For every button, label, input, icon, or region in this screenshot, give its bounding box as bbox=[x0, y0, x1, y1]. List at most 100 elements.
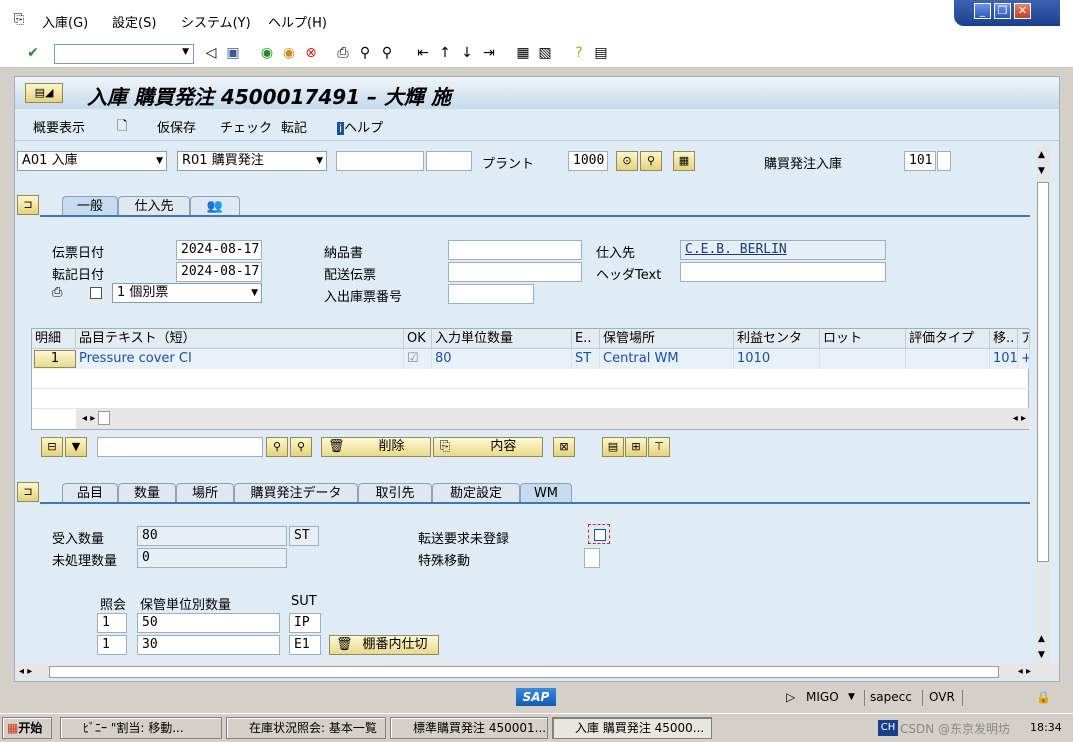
task-item[interactable]: ﾋﾞﾆｰ "割当: 移動... bbox=[60, 717, 222, 739]
bill-lading-input[interactable] bbox=[448, 262, 582, 282]
po-number-input[interactable] bbox=[336, 151, 424, 171]
screen-menu-icon[interactable]: ▤◢ bbox=[25, 83, 63, 103]
action-dropdown[interactable]: A01 入庫 ▼ bbox=[17, 151, 167, 171]
find-icon[interactable]: ⚲ bbox=[640, 151, 662, 171]
select-all-icon[interactable]: ⊟ bbox=[41, 437, 63, 457]
enter-icon[interactable]: ✔ bbox=[24, 44, 42, 62]
close-button[interactable]: ✕ bbox=[1014, 3, 1031, 19]
plant-input[interactable]: 1000 bbox=[568, 151, 608, 171]
col-valtype[interactable]: 評価タイプ bbox=[906, 329, 990, 349]
execute-icon[interactable]: ⊙ bbox=[616, 151, 638, 171]
back-arrow-icon[interactable]: ◁ bbox=[202, 44, 220, 62]
row-select-button[interactable]: 1 bbox=[34, 350, 76, 368]
wm-row2-count[interactable]: 1 bbox=[97, 635, 127, 655]
transaction-dropdown-icon[interactable]: ▼ bbox=[848, 692, 855, 702]
minimize-button[interactable]: _ bbox=[974, 3, 991, 19]
tab-po-data[interactable]: 購買発注データ bbox=[234, 483, 358, 503]
new-doc-icon[interactable]: 🗋 bbox=[117, 117, 127, 139]
detail-collapse-icon[interactable]: ⊐ bbox=[17, 482, 39, 502]
command-field[interactable]: ▼ bbox=[54, 44, 194, 64]
find-icon[interactable]: ⚲ bbox=[356, 44, 374, 62]
wm-row1-count[interactable]: 1 bbox=[97, 613, 127, 633]
task-item[interactable]: 標準購買発注 450001... bbox=[390, 717, 548, 739]
scroll-down-icon[interactable]: ▼ bbox=[1038, 650, 1045, 660]
search-next-icon[interactable]: ⚲ bbox=[290, 437, 312, 457]
col-sloc[interactable]: 保管場所 bbox=[600, 329, 734, 349]
scroll-thumb[interactable] bbox=[98, 411, 111, 425]
contents-button[interactable]: ⎘ 内容 bbox=[433, 437, 543, 457]
vendor-value[interactable]: C.E.B. BERLIN bbox=[680, 240, 886, 260]
bottom-scrollbar[interactable]: ◂ ▸ ◂ ▸ bbox=[15, 664, 1059, 680]
ime-icon[interactable]: CH bbox=[878, 720, 898, 736]
putaway-button[interactable]: 🗑 棚番内仕切 bbox=[329, 635, 439, 655]
wm-row2-sut[interactable]: E1 bbox=[289, 635, 321, 655]
back-icon[interactable]: ◉ bbox=[258, 44, 276, 62]
save-icon[interactable]: ▣ bbox=[224, 44, 242, 62]
play-icon[interactable]: ▷ bbox=[786, 690, 795, 704]
filter-icon[interactable]: ▼ bbox=[65, 437, 87, 457]
item-search-input[interactable] bbox=[97, 437, 263, 457]
new-session-icon[interactable]: ▦ bbox=[514, 44, 532, 62]
scroll-up-icon[interactable]: ▲ bbox=[1038, 150, 1045, 160]
find-next-icon[interactable]: ⚲ bbox=[378, 44, 396, 62]
po-item-input[interactable] bbox=[426, 151, 472, 171]
col-batch[interactable]: ロット bbox=[820, 329, 906, 349]
settings-grid-icon[interactable]: ▦ bbox=[673, 151, 695, 171]
col-mvt[interactable]: 移.. bbox=[990, 329, 1018, 349]
split-icon[interactable]: ⊤ bbox=[648, 437, 670, 457]
tab-vendor[interactable]: 仕入先 bbox=[118, 196, 190, 216]
horizontal-scrollbar[interactable]: ◂ ▸ ◂ ▸ bbox=[76, 409, 1030, 429]
tab-account[interactable]: 勘定設定 bbox=[432, 483, 520, 503]
tab-partner[interactable]: 取引先 bbox=[358, 483, 432, 503]
transaction-code[interactable]: MIGO bbox=[806, 690, 839, 704]
vertical-scrollbar[interactable]: ▲ ▼ ▲ ▼ bbox=[1036, 148, 1050, 664]
next-page-icon[interactable]: ↓ bbox=[458, 44, 476, 62]
bottom-scroll-thumb[interactable] bbox=[49, 666, 999, 678]
cancel-icon[interactable]: ⊗ bbox=[302, 44, 320, 62]
restore-button[interactable]: ❐ bbox=[994, 3, 1011, 19]
tab-material[interactable]: 品目 bbox=[62, 483, 118, 503]
print-icon[interactable]: ⎙ bbox=[334, 44, 352, 62]
reference-dropdown[interactable]: R01 購買発注 ▼ bbox=[177, 151, 327, 171]
help-icon[interactable]: ? bbox=[570, 44, 588, 62]
scroll-down-small-icon[interactable]: ▼ bbox=[1038, 166, 1045, 176]
wm-row1-qty[interactable]: 50 bbox=[137, 613, 280, 633]
task-item[interactable]: 在庫状況照会: 基本一覧 bbox=[226, 717, 386, 739]
menu-help[interactable]: ヘルプ(H) bbox=[268, 12, 327, 31]
col-qty[interactable]: 入力単位数量 bbox=[432, 329, 572, 349]
layout-icon[interactable]: ▤ bbox=[592, 44, 610, 62]
wm-row1-sut[interactable]: IP bbox=[289, 613, 321, 633]
add-icon[interactable]: ⊞ bbox=[625, 437, 647, 457]
shortcut-icon[interactable]: ▧ bbox=[536, 44, 554, 62]
gr-slip-input[interactable] bbox=[448, 284, 534, 304]
col-text[interactable]: 品目テキスト（短） bbox=[76, 329, 404, 349]
expand-icon[interactable]: ⊠ bbox=[553, 437, 575, 457]
print-option-dropdown[interactable]: 1 個別票 ▼ bbox=[112, 283, 262, 303]
menu-icon[interactable]: ⎘ bbox=[14, 12, 24, 27]
ok-checkbox[interactable]: ☑ bbox=[404, 349, 432, 369]
hold-button[interactable]: 仮保存 bbox=[157, 117, 196, 136]
tab-wm[interactable]: WM bbox=[520, 483, 572, 503]
doc-date-input[interactable]: 2024-08-17 bbox=[176, 240, 262, 260]
menu-settings[interactable]: 設定(S) bbox=[112, 12, 156, 31]
tab-quantity[interactable]: 数量 bbox=[118, 483, 176, 503]
last-page-icon[interactable]: ⇥ bbox=[480, 44, 498, 62]
task-item-active[interactable]: 入庫 購買発注 45000... bbox=[552, 717, 712, 739]
first-page-icon[interactable]: ⇤ bbox=[414, 44, 432, 62]
start-button[interactable]: ▦开始 bbox=[2, 717, 52, 739]
exit-icon[interactable]: ◉ bbox=[280, 44, 298, 62]
no-to-checkbox[interactable] bbox=[594, 529, 606, 541]
post-button[interactable]: 転記 bbox=[281, 117, 307, 136]
search-icon[interactable]: ⚲ bbox=[266, 437, 288, 457]
col-profit-center[interactable]: 利益センタ bbox=[734, 329, 820, 349]
header-text-input[interactable] bbox=[680, 262, 886, 282]
col-extra[interactable]: ア bbox=[1018, 329, 1030, 349]
delivery-note-input[interactable] bbox=[448, 240, 582, 260]
scroll-up-bottom-icon[interactable]: ▲ bbox=[1038, 634, 1045, 644]
menu-goods-receipt[interactable]: 入庫(G) bbox=[42, 12, 88, 31]
post-date-input[interactable]: 2024-08-17 bbox=[176, 262, 262, 282]
check-button[interactable]: チェック bbox=[220, 117, 272, 136]
print-icon[interactable]: ⎙ bbox=[52, 285, 62, 300]
delete-button[interactable]: 🗑 削除 bbox=[321, 437, 431, 457]
overview-button[interactable]: 概要表示 bbox=[33, 117, 85, 136]
